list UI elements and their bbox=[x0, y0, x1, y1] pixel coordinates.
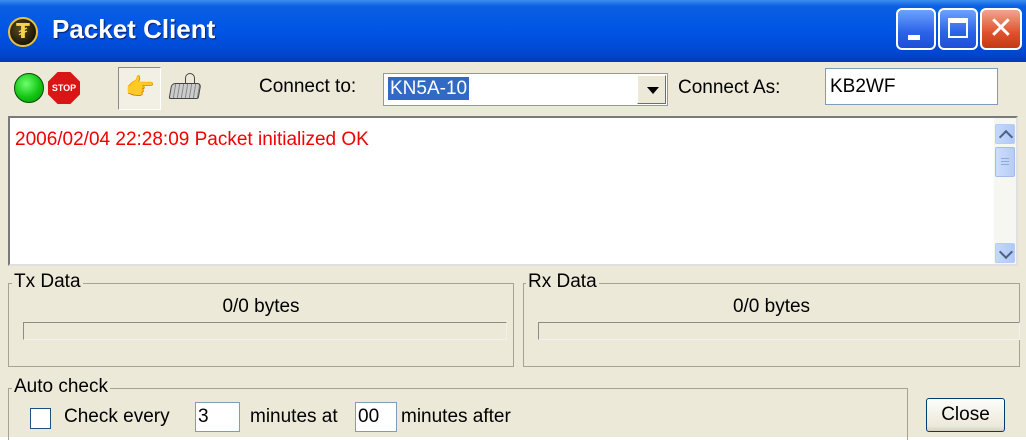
tx-data-title: Tx Data bbox=[12, 271, 83, 293]
scroll-up-button[interactable] bbox=[995, 124, 1015, 145]
chevron-up-icon bbox=[998, 129, 1014, 145]
connect-to-combobox[interactable]: KN5A-10 bbox=[383, 73, 668, 106]
rx-progress-bar bbox=[538, 322, 1020, 340]
stop-button[interactable]: STOP bbox=[48, 72, 80, 104]
stop-sign-icon: STOP bbox=[51, 83, 77, 93]
auto-check-title: Auto check bbox=[12, 376, 110, 398]
minutes-at-input[interactable]: 00 bbox=[355, 402, 397, 432]
connect-as-input[interactable]: KB2WF bbox=[825, 68, 998, 105]
check-every-input[interactable]: 3 bbox=[195, 402, 240, 432]
auto-check-checkbox[interactable] bbox=[30, 408, 51, 429]
maximize-icon bbox=[948, 18, 968, 38]
grip-line bbox=[1001, 161, 1009, 162]
rx-data-title: Rx Data bbox=[526, 271, 599, 293]
keyboard-icon bbox=[168, 83, 202, 99]
close-icon: ✕ bbox=[988, 11, 1014, 46]
hand-pointer-icon: 👉 bbox=[125, 74, 155, 101]
minimize-button[interactable] bbox=[896, 8, 936, 50]
scroll-down-button[interactable] bbox=[995, 243, 1015, 263]
log-output[interactable]: 2006/02/04 22:28:09 Packet initialized O… bbox=[8, 116, 1018, 266]
packet-client-window: ₮ Packet Client ✕ STOP 👉 Connect to: KN5… bbox=[0, 0, 1026, 440]
connect-go-button[interactable] bbox=[14, 73, 44, 103]
maximize-button[interactable] bbox=[938, 8, 978, 50]
minutes-after-label: minutes after bbox=[401, 406, 511, 427]
window-title: Packet Client bbox=[52, 14, 216, 44]
minutes-at-label: minutes at bbox=[250, 406, 338, 427]
rx-bytes: 0/0 bytes bbox=[732, 296, 811, 317]
check-every-label: Check every bbox=[64, 406, 170, 427]
grip-line bbox=[1001, 164, 1009, 165]
close-window-button[interactable]: ✕ bbox=[980, 8, 1022, 50]
log-line: 2006/02/04 22:28:09 Packet initialized O… bbox=[15, 129, 369, 150]
minimize-icon bbox=[908, 35, 920, 40]
connect-to-label: Connect to: bbox=[259, 76, 357, 97]
hand-mode-button[interactable]: 👉 bbox=[118, 67, 161, 110]
chevron-down-icon bbox=[998, 244, 1014, 260]
currency-coin-icon[interactable]: ₮ bbox=[8, 17, 38, 47]
tx-bytes: 0/0 bytes bbox=[222, 296, 300, 317]
keyboard-button[interactable] bbox=[166, 69, 204, 107]
tx-progress-bar bbox=[23, 322, 507, 340]
grip-line bbox=[1001, 158, 1009, 159]
close-button[interactable]: Close bbox=[926, 398, 1005, 432]
scroll-thumb[interactable] bbox=[995, 147, 1015, 177]
connect-as-label: Connect As: bbox=[678, 77, 781, 98]
connect-to-value[interactable]: KN5A-10 bbox=[388, 77, 470, 100]
log-scrollbar[interactable] bbox=[994, 118, 1016, 264]
connect-to-dropdown-button[interactable] bbox=[637, 75, 666, 104]
chevron-down-icon bbox=[647, 87, 659, 94]
title-bar[interactable]: ₮ Packet Client ✕ bbox=[0, 0, 1026, 62]
